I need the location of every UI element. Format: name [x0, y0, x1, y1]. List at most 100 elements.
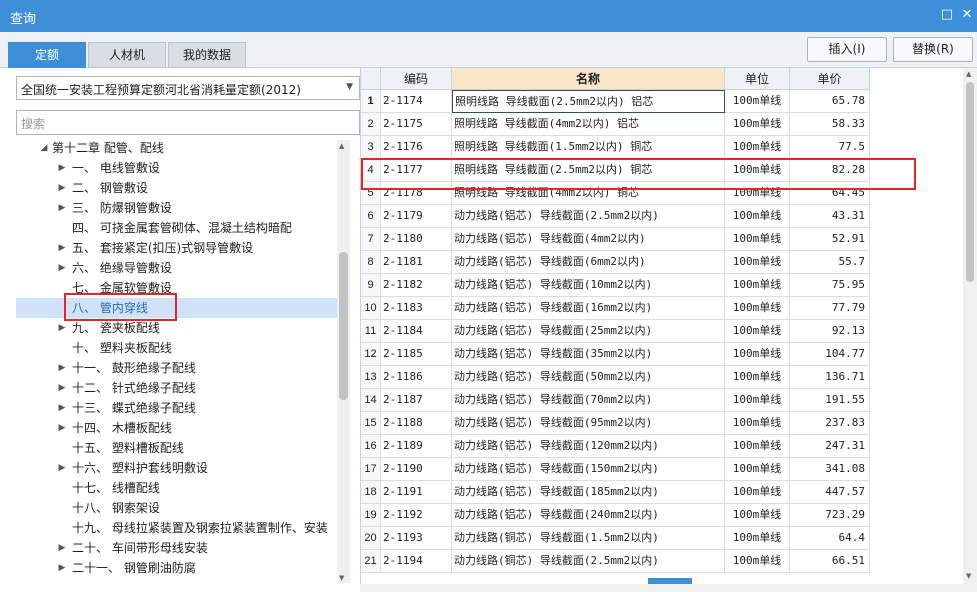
price-cell[interactable]: 247.31 [790, 435, 870, 458]
code-cell[interactable]: 2-1193 [381, 527, 452, 550]
unit-column-header[interactable]: 单位 [725, 68, 790, 90]
unit-cell[interactable]: 100m单线 [725, 527, 790, 550]
scroll-up-icon[interactable]: ▲ [339, 142, 344, 150]
row-number[interactable]: 2 [361, 113, 381, 136]
row-number[interactable]: 19 [361, 504, 381, 527]
tree-item[interactable]: 十、 塑料夹板配线 [16, 338, 342, 358]
tree-item[interactable]: 十五、 塑料槽板配线 [16, 438, 342, 458]
tree-item[interactable]: 十八、 钢索架设 [16, 498, 342, 518]
unit-cell[interactable]: 100m单线 [725, 320, 790, 343]
maximize-icon[interactable]: □ [940, 8, 954, 22]
code-column-header[interactable]: 编码 [381, 68, 452, 90]
price-cell[interactable]: 191.55 [790, 389, 870, 412]
expand-arrow-icon[interactable]: ▶ [56, 158, 68, 178]
price-cell[interactable]: 55.7 [790, 251, 870, 274]
name-cell[interactable]: 动力线路(铝芯) 导线截面(70mm2以内) [452, 389, 725, 412]
row-number[interactable]: 9 [361, 274, 381, 297]
code-cell[interactable]: 2-1175 [381, 113, 452, 136]
row-number[interactable]: 12 [361, 343, 381, 366]
close-icon[interactable]: ✕ [960, 8, 974, 22]
expand-arrow-icon[interactable]: ▶ [56, 238, 68, 258]
tab-quota[interactable]: 定额 [8, 42, 86, 68]
price-cell[interactable]: 64.4 [790, 527, 870, 550]
tree-scrollbar[interactable]: ▲ ▼ [337, 140, 350, 583]
expand-arrow-icon[interactable]: ▶ [56, 418, 68, 438]
row-number[interactable]: 17 [361, 458, 381, 481]
price-cell[interactable]: 136.71 [790, 366, 870, 389]
code-cell[interactable]: 2-1189 [381, 435, 452, 458]
expand-arrow-icon[interactable]: ▶ [56, 458, 68, 478]
row-number[interactable]: 16 [361, 435, 381, 458]
expand-arrow-icon[interactable]: ▶ [56, 258, 68, 278]
unit-cell[interactable]: 100m单线 [725, 481, 790, 504]
replace-button[interactable]: 替换(R) [893, 37, 973, 62]
code-cell[interactable]: 2-1187 [381, 389, 452, 412]
row-number[interactable]: 18 [361, 481, 381, 504]
code-cell[interactable]: 2-1188 [381, 412, 452, 435]
code-cell[interactable]: 2-1186 [381, 366, 452, 389]
tree-item[interactable]: 十九、 母线拉紧装置及钢索拉紧装置制作、安装 [16, 518, 342, 538]
name-cell[interactable]: 照明线路 导线截面(2.5mm2以内) 铝芯 [452, 90, 725, 113]
price-cell[interactable]: 447.57 [790, 481, 870, 504]
price-cell[interactable]: 43.31 [790, 205, 870, 228]
price-column-header[interactable]: 单价 [790, 68, 870, 90]
dropdown-arrow-icon[interactable]: ▼ [346, 82, 353, 92]
tree-item[interactable]: ▶ 三、 防爆钢管敷设 [16, 198, 342, 218]
code-cell[interactable]: 2-1174 [381, 90, 452, 113]
expand-arrow-icon[interactable]: ▶ [56, 358, 68, 378]
expand-arrow-icon[interactable]: ▶ [56, 398, 68, 418]
price-cell[interactable]: 92.13 [790, 320, 870, 343]
row-number[interactable]: 20 [361, 527, 381, 550]
insert-button[interactable]: 插入(I) [807, 37, 887, 62]
tree-item[interactable]: ▶ 十一、 鼓形绝缘子配线 [16, 358, 342, 378]
tab-my-data[interactable]: 我的数据 [168, 42, 246, 68]
tree-item[interactable]: ▶ 五、 套接紧定(扣压)式钢导管敷设 [16, 238, 342, 258]
unit-cell[interactable]: 100m单线 [725, 412, 790, 435]
name-cell[interactable]: 动力线路(铝芯) 导线截面(25mm2以内) [452, 320, 725, 343]
expand-arrow-icon[interactable]: ▶ [56, 178, 68, 198]
tab-labor-material-machine[interactable]: 人材机 [88, 42, 166, 68]
grid-scroll-down-icon[interactable]: ▼ [966, 572, 971, 580]
name-cell[interactable]: 动力线路(铝芯) 导线截面(120mm2以内) [452, 435, 725, 458]
name-cell[interactable]: 动力线路(铝芯) 导线截面(240mm2以内) [452, 504, 725, 527]
name-cell[interactable]: 动力线路(铝芯) 导线截面(6mm2以内) [452, 251, 725, 274]
name-cell[interactable]: 动力线路(铝芯) 导线截面(95mm2以内) [452, 412, 725, 435]
code-cell[interactable]: 2-1191 [381, 481, 452, 504]
code-cell[interactable]: 2-1192 [381, 504, 452, 527]
row-number[interactable]: 6 [361, 205, 381, 228]
name-cell[interactable]: 动力线路(铝芯) 导线截面(150mm2以内) [452, 458, 725, 481]
panel-splitter[interactable] [648, 578, 692, 584]
unit-cell[interactable]: 100m单线 [725, 550, 790, 573]
unit-cell[interactable]: 100m单线 [725, 274, 790, 297]
unit-cell[interactable]: 100m单线 [725, 366, 790, 389]
unit-cell[interactable]: 100m单线 [725, 251, 790, 274]
expand-arrow-icon[interactable]: ▶ [56, 318, 68, 338]
price-cell[interactable]: 75.95 [790, 274, 870, 297]
scroll-down-icon[interactable]: ▼ [339, 574, 344, 582]
tree-item[interactable]: ▶ 十四、 木槽板配线 [16, 418, 342, 438]
name-cell[interactable]: 动力线路(铝芯) 导线截面(10mm2以内) [452, 274, 725, 297]
unit-cell[interactable]: 100m单线 [725, 113, 790, 136]
price-cell[interactable]: 65.78 [790, 90, 870, 113]
price-cell[interactable]: 66.51 [790, 550, 870, 573]
name-column-header[interactable]: 名称 [452, 68, 725, 90]
name-cell[interactable]: 动力线路(铝芯) 导线截面(2.5mm2以内) [452, 205, 725, 228]
price-cell[interactable]: 58.33 [790, 113, 870, 136]
tree-item[interactable]: 十七、 线槽配线 [16, 478, 342, 498]
unit-cell[interactable]: 100m单线 [725, 90, 790, 113]
row-number[interactable]: 7 [361, 228, 381, 251]
name-cell[interactable]: 动力线路(铝芯) 导线截面(4mm2以内) [452, 228, 725, 251]
tree-item[interactable]: ▶ 六、 绝缘导管敷设 [16, 258, 342, 278]
code-cell[interactable]: 2-1181 [381, 251, 452, 274]
tree-item[interactable]: ▶ 一、 电线管敷设 [16, 158, 342, 178]
code-cell[interactable]: 2-1190 [381, 458, 452, 481]
unit-cell[interactable]: 100m单线 [725, 228, 790, 251]
name-cell[interactable]: 动力线路(铜芯) 导线截面(1.5mm2以内) [452, 527, 725, 550]
row-number[interactable]: 1 [361, 90, 381, 113]
tree-item[interactable]: ▶ 二十一、 钢管刷油防腐 [16, 558, 342, 578]
expand-arrow-icon[interactable]: ▶ [56, 378, 68, 398]
name-cell[interactable]: 动力线路(铝芯) 导线截面(16mm2以内) [452, 297, 725, 320]
code-cell[interactable]: 2-1180 [381, 228, 452, 251]
unit-cell[interactable]: 100m单线 [725, 458, 790, 481]
row-number[interactable]: 14 [361, 389, 381, 412]
